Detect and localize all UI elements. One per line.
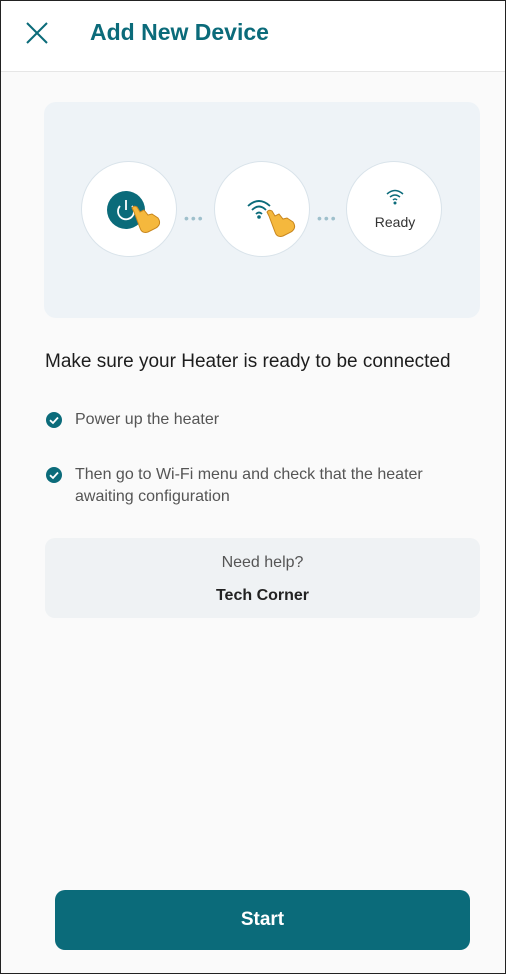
help-question: Need help? [221,554,304,571]
step-wifi-circle [214,161,310,257]
checklist-item: Power up the heater [45,409,475,431]
checklist-item-text: Power up the heater [75,411,220,428]
checklist-item: Then go to Wi-Fi menu and check that the… [45,464,475,508]
check-circle-icon [46,467,62,483]
wifi-icon [386,189,404,205]
ready-label: Ready [374,214,416,230]
connector-dots: ••• [317,210,338,226]
step-power-circle [81,161,177,257]
setup-illustration: ••• ••• Ready [44,102,480,318]
help-card: Need help? Tech Corner [45,538,480,618]
start-button[interactable]: Start [55,890,470,950]
checklist-item-text: Then go to Wi-Fi menu and check that the… [75,466,423,505]
instructions-heading: Make sure your Heater is ready to be con… [45,351,451,372]
close-icon[interactable] [23,19,51,47]
step-ready-circle: Ready [346,161,442,257]
connector-dots: ••• [184,210,205,226]
page-title: Add New Device [90,19,269,45]
check-circle-icon [46,412,62,428]
tap-hand-icon [266,209,296,237]
tech-corner-link[interactable]: Tech Corner [45,587,480,605]
app-screen: Add New Device ••• ••• Ready Make sure y… [0,0,506,974]
top-bar: Add New Device [1,1,505,72]
